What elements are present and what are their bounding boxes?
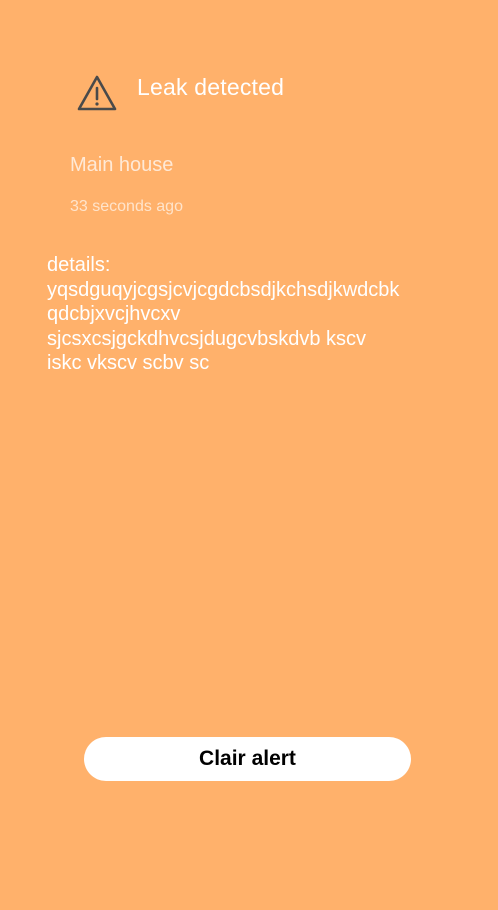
details-label: details: [47,254,111,276]
clear-alert-button[interactable]: Clair alert [84,737,411,781]
alert-screen: Leak detected Main house 33 seconds ago … [0,0,498,910]
warning-triangle-icon [76,72,118,114]
details-line: qdcbjxvcjhvcxv [47,303,181,325]
alert-details: details: yqsdguqyjcgsjcvjcgdcbsdjkchsdjk… [47,253,467,376]
details-line: iskc vkscv scbv sc [47,352,210,374]
alert-header [76,72,118,114]
details-line: sjcsxcsjgckdhvcsjdugcvbskdvb kscv [47,327,366,350]
alert-location: Main house [70,154,174,176]
alert-title: Leak detected [137,74,285,100]
details-line: yqsdguqyjcgsjcvjcgdcbsdjkchsdjkwdcbk [47,278,400,301]
alert-timestamp: 33 seconds ago [70,198,183,215]
